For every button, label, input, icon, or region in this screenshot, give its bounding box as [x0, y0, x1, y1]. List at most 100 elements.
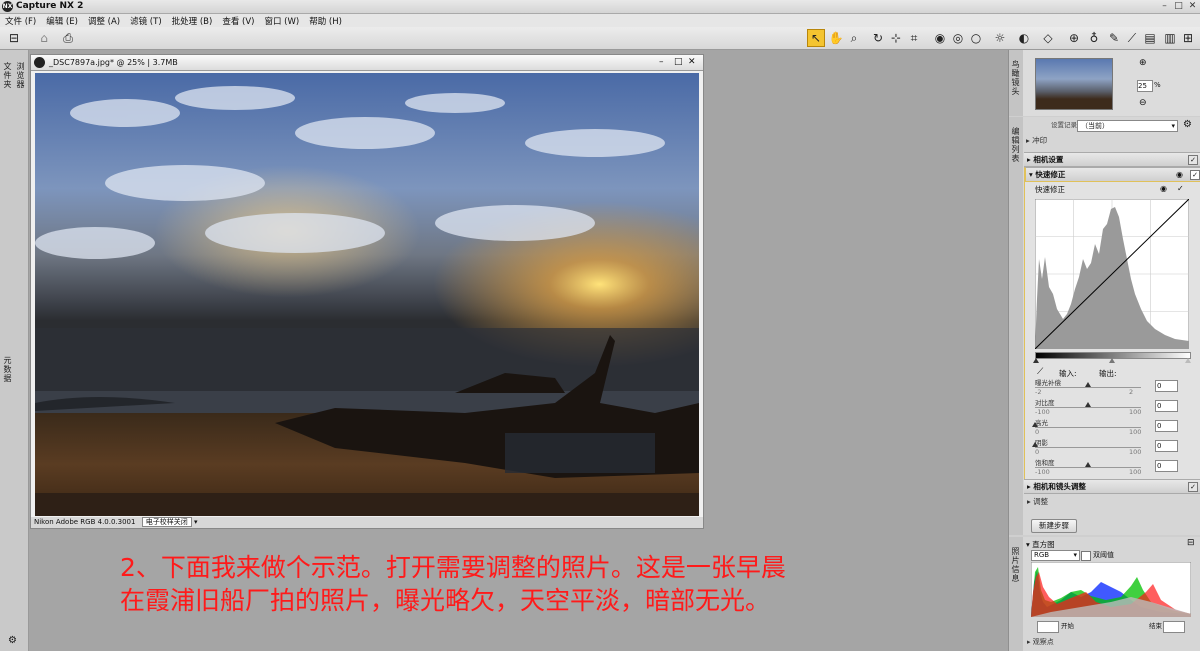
menu-file[interactable]: 文件 (F): [0, 15, 41, 27]
slider-track[interactable]: [1035, 427, 1141, 428]
camera-settings-row[interactable]: ▸ 相机设置 ✓: [1024, 152, 1200, 167]
photo-info-tab[interactable]: 照片信息: [1009, 537, 1024, 651]
slider-value-field[interactable]: 0: [1155, 440, 1178, 452]
adjust-section[interactable]: ▸ 调整: [1027, 496, 1048, 507]
image-footer: Nikon Adobe RGB 4.0.0.3001 电子校样关闭 ▾: [31, 517, 703, 528]
dropdown-icon[interactable]: ▾: [194, 518, 198, 526]
slider-handle[interactable]: [1085, 462, 1091, 467]
end-field[interactable]: [1163, 621, 1185, 633]
quick-fix-checkbox[interactable]: ✓: [1190, 170, 1200, 180]
slider-handle[interactable]: [1032, 422, 1038, 427]
hand-tool-icon[interactable]: ✋: [828, 30, 844, 46]
print-icon[interactable]: ⎙: [60, 30, 76, 46]
slider-label: 饱和度: [1035, 459, 1055, 467]
fill-icon[interactable]: ▥: [1162, 30, 1178, 46]
color-control-point-icon[interactable]: ⊕: [1066, 30, 1082, 46]
mid-point-handle[interactable]: [1109, 358, 1115, 363]
slider-value-field[interactable]: 0: [1155, 400, 1178, 412]
minimize-button[interactable]: –: [1158, 0, 1171, 13]
sub-check-icon[interactable]: ✓: [1177, 184, 1184, 193]
zoom-percent: %: [1154, 81, 1161, 89]
tab-browser[interactable]: 浏览器: [16, 62, 25, 89]
menu-filter[interactable]: 滤镜 (T): [125, 15, 167, 27]
slider-value-field[interactable]: 0: [1155, 420, 1178, 432]
camera-lens-checkbox[interactable]: ✓: [1188, 482, 1198, 492]
version-select[interactable]: （当前） ▾: [1077, 120, 1178, 132]
slider-handle[interactable]: [1085, 382, 1091, 387]
slider-value-field[interactable]: 0: [1155, 380, 1178, 392]
curves-graph[interactable]: [1035, 199, 1189, 349]
channel-select[interactable]: RGB ▾: [1031, 550, 1080, 561]
neutral-control-point-icon[interactable]: ◎: [950, 30, 966, 46]
settings-icon[interactable]: ⚙: [8, 635, 17, 646]
photo-canvas[interactable]: [35, 73, 699, 516]
black-point-handle[interactable]: [1033, 358, 1039, 363]
menu-view[interactable]: 查看 (V): [217, 15, 259, 27]
right-panel: 鸟瞰镜头 ⊕ 25 % ⊖ 编辑列表 设置记录 （当前） ▾ ⚙ ▸ 冲印 ▸ 相…: [1008, 50, 1200, 651]
minimize-image-icon[interactable]: –: [659, 55, 664, 70]
slider-track[interactable]: [1035, 447, 1141, 448]
develop-section[interactable]: ▸ 冲印: [1026, 135, 1047, 147]
eye-icon[interactable]: ◐: [1016, 30, 1032, 46]
slider-value-field[interactable]: 0: [1155, 460, 1178, 472]
quick-fix-eye-icon[interactable]: ◉: [1176, 168, 1183, 181]
start-field[interactable]: [1037, 621, 1059, 633]
end-label: 结束: [1149, 622, 1162, 630]
zoom-out-icon[interactable]: ⊖: [1139, 98, 1147, 108]
slider-handle[interactable]: [1085, 402, 1091, 407]
histogram-menu-icon[interactable]: ⊟: [1187, 538, 1195, 548]
brush-icon[interactable]: ✎: [1106, 30, 1122, 46]
birdseye-tab-label: 鸟瞰镜头: [1011, 60, 1020, 96]
birdseye-tab[interactable]: 鸟瞰镜头: [1009, 50, 1024, 116]
red-eye-icon[interactable]: ☼: [992, 30, 1008, 46]
tab-metadata[interactable]: 元数据: [3, 356, 12, 383]
tag-icon[interactable]: ◇: [1040, 30, 1056, 46]
soft-proof-select[interactable]: 电子校样关闭: [141, 517, 192, 527]
slider-handle[interactable]: [1032, 442, 1038, 447]
close-image-icon[interactable]: ✕: [688, 55, 696, 70]
camera-settings-checkbox[interactable]: ✓: [1188, 155, 1198, 165]
crop-icon[interactable]: ⌗: [906, 30, 922, 46]
histogram-title[interactable]: ▾ 直方图: [1026, 539, 1055, 550]
menu-batch[interactable]: 批处理 (B): [167, 15, 218, 27]
birdseye-thumbnail[interactable]: [1035, 58, 1113, 110]
close-button[interactable]: ✕: [1186, 0, 1199, 13]
menu-window[interactable]: 窗口 (W): [259, 15, 304, 27]
auto-retouch-icon[interactable]: ♁: [1086, 30, 1102, 46]
straighten-icon[interactable]: ⊹: [888, 30, 904, 46]
camera-icon[interactable]: ⌂: [36, 30, 52, 46]
white-point-handle[interactable]: [1185, 358, 1191, 363]
workspace-icon[interactable]: ⊟: [6, 30, 22, 46]
menu-edit[interactable]: 编辑 (E): [41, 15, 83, 27]
curve-tool-icon[interactable]: ⟋: [1037, 367, 1043, 377]
slider-track[interactable]: [1035, 467, 1141, 468]
menu-adjust[interactable]: 调整 (A): [83, 15, 125, 27]
zoom-in-icon[interactable]: ⊕: [1139, 58, 1147, 68]
sub-eye-icon[interactable]: ◉: [1160, 184, 1167, 193]
slider-track[interactable]: [1035, 387, 1141, 388]
zoom-tool-icon[interactable]: ⌕: [846, 30, 862, 46]
maximize-button[interactable]: □: [1172, 0, 1185, 13]
menu-help[interactable]: 帮助 (H): [304, 15, 347, 27]
left-tab-bar: 文件夹 浏览器 元数据 ⚙: [0, 50, 29, 651]
white-control-point-icon[interactable]: ○: [968, 30, 984, 46]
camera-lens-row[interactable]: ▸ 相机和镜头调整 ✓: [1024, 479, 1200, 494]
threshold-checkbox[interactable]: [1081, 551, 1091, 561]
direct-select-tool-icon[interactable]: ↖: [807, 29, 825, 47]
zoom-field[interactable]: 25: [1137, 80, 1153, 92]
black-control-point-icon[interactable]: ◉: [932, 30, 948, 46]
edit-list-tab[interactable]: 编辑列表: [1009, 117, 1024, 535]
quick-fix-row[interactable]: ▾ 快速修正 ◉ ✓: [1024, 167, 1200, 182]
selection-brush-icon[interactable]: ⟋: [1124, 30, 1140, 46]
edit-list-tab-label: 编辑列表: [1011, 127, 1020, 163]
new-step-button[interactable]: 新建步骤: [1031, 519, 1077, 533]
rotate-icon[interactable]: ↻: [870, 30, 886, 46]
slider-track[interactable]: [1035, 407, 1141, 408]
lasso-icon[interactable]: ⊞: [1180, 30, 1196, 46]
restore-image-icon[interactable]: □: [674, 55, 683, 70]
window-title: Capture NX 2: [16, 1, 84, 11]
watch-point-section[interactable]: ▸ 观察点: [1027, 637, 1054, 647]
gradient-icon[interactable]: ▤: [1142, 30, 1158, 46]
options-gear-icon[interactable]: ⚙: [1183, 119, 1192, 130]
tab-folders[interactable]: 文件夹: [3, 62, 12, 89]
